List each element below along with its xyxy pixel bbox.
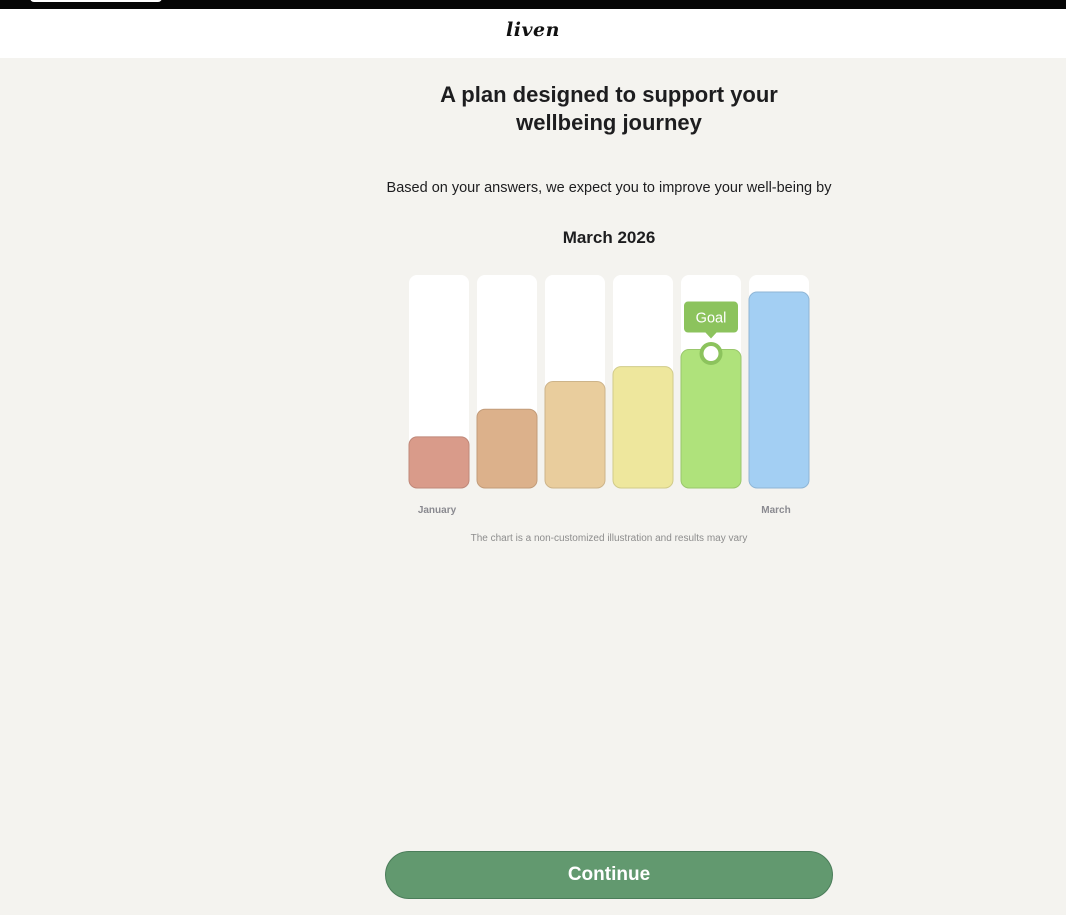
chart-bar [680,349,742,489]
bar-track [681,275,741,488]
x-tick-label: January [418,505,457,516]
bar-track [545,275,605,488]
header-bar: liven [0,9,1066,58]
bar-track [409,275,469,488]
page-title: A plan designed to support your wellbein… [440,82,778,135]
x-tick-label: March [761,505,790,516]
bar-track [749,275,809,488]
chart-bar [544,381,606,489]
browser-top-strip [0,0,1066,9]
chart-disclaimer: The chart is a non-customized illustrati… [470,533,748,544]
chart-bar [476,408,538,489]
chart-bar [408,436,470,489]
wellbeing-progress-chart: Goal January March [408,275,810,516]
chart-bar [612,366,674,489]
browser-tab-pill[interactable] [30,0,162,2]
goal-bubble-pointer [705,332,717,339]
continue-button[interactable]: Continue [385,851,833,899]
chart-bar [748,291,810,489]
goal-marker [699,342,723,366]
target-date: March 2026 [562,228,656,247]
bar-track [613,275,673,488]
brand-logo: liven [506,19,560,41]
goal-bubble [684,301,738,333]
plan-description: Based on your answers, we expect you to … [386,180,832,196]
bar-track [477,275,537,488]
goal-label: Goal [696,311,727,327]
